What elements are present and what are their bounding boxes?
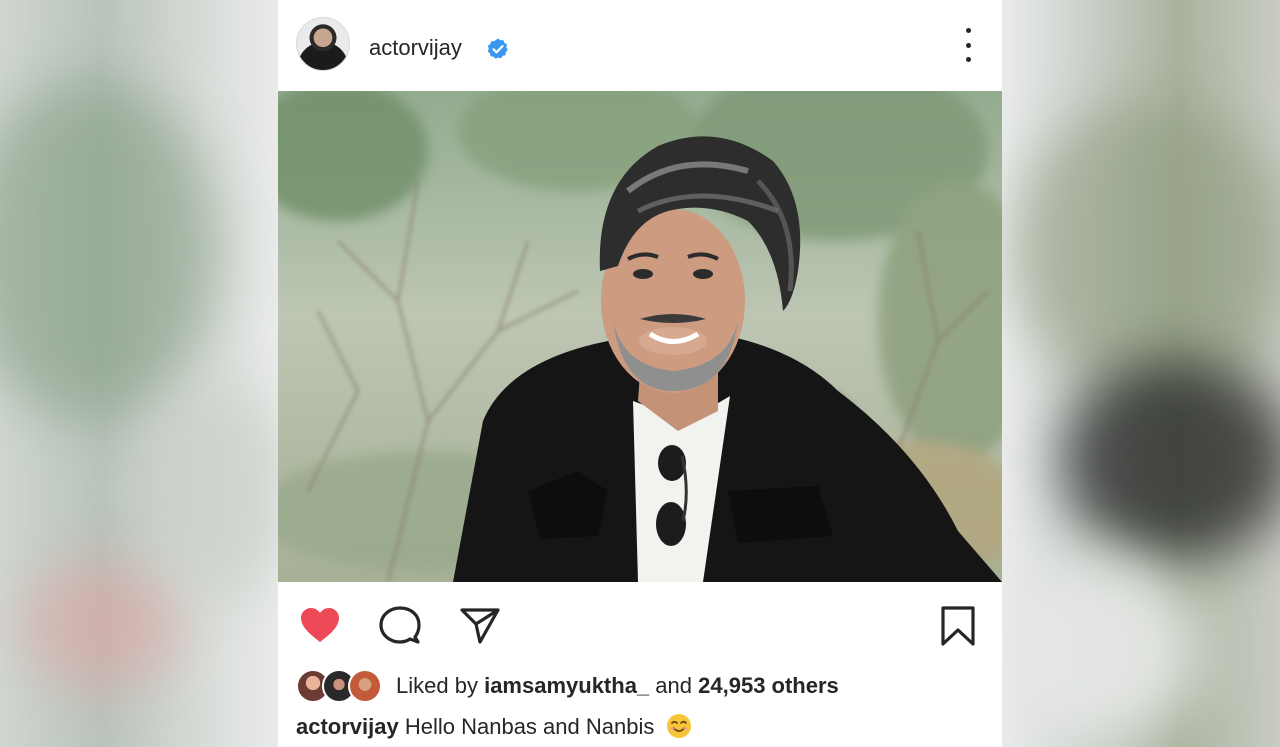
- smiling-face-emoji-icon: [667, 714, 692, 738]
- verified-badge-icon: [487, 38, 508, 59]
- instagram-post-card: actorvijay Liked by iamsamyuktha_ and 24…: [278, 0, 1002, 747]
- share-icon[interactable]: [458, 604, 502, 648]
- heart-filled-icon[interactable]: [298, 604, 342, 648]
- post-actions-bar: [278, 582, 1002, 667]
- liker-avatar[interactable]: [348, 669, 382, 703]
- bookmark-icon[interactable]: [936, 604, 980, 648]
- liked-by-username[interactable]: iamsamyuktha_: [484, 673, 649, 698]
- likes-count[interactable]: 24,953 others: [698, 673, 839, 698]
- likes-prefix: Liked by: [396, 673, 478, 698]
- more-options-icon[interactable]: [961, 28, 975, 62]
- likes-conjunction: and: [655, 673, 693, 698]
- likes-row: Liked by iamsamyuktha_ and 24,953 others: [296, 668, 996, 704]
- post-photo-illustration: [278, 91, 1002, 582]
- caption-text: Hello Nanbas and Nanbis: [404, 714, 655, 739]
- blurred-background-left: [0, 0, 278, 747]
- post-username[interactable]: actorvijay: [369, 35, 462, 61]
- liker-avatars: [296, 668, 384, 704]
- profile-avatar[interactable]: [296, 17, 350, 71]
- post-header: actorvijay: [278, 0, 1002, 90]
- post-caption: actorvijay Hello Nanbas and Nanbis: [296, 713, 692, 740]
- post-photo[interactable]: [278, 91, 1002, 582]
- likes-summary[interactable]: Liked by iamsamyuktha_ and 24,953 others: [396, 673, 839, 699]
- blurred-background-right: [1002, 0, 1280, 747]
- comment-icon[interactable]: [378, 604, 422, 648]
- caption-username[interactable]: actorvijay: [296, 714, 399, 739]
